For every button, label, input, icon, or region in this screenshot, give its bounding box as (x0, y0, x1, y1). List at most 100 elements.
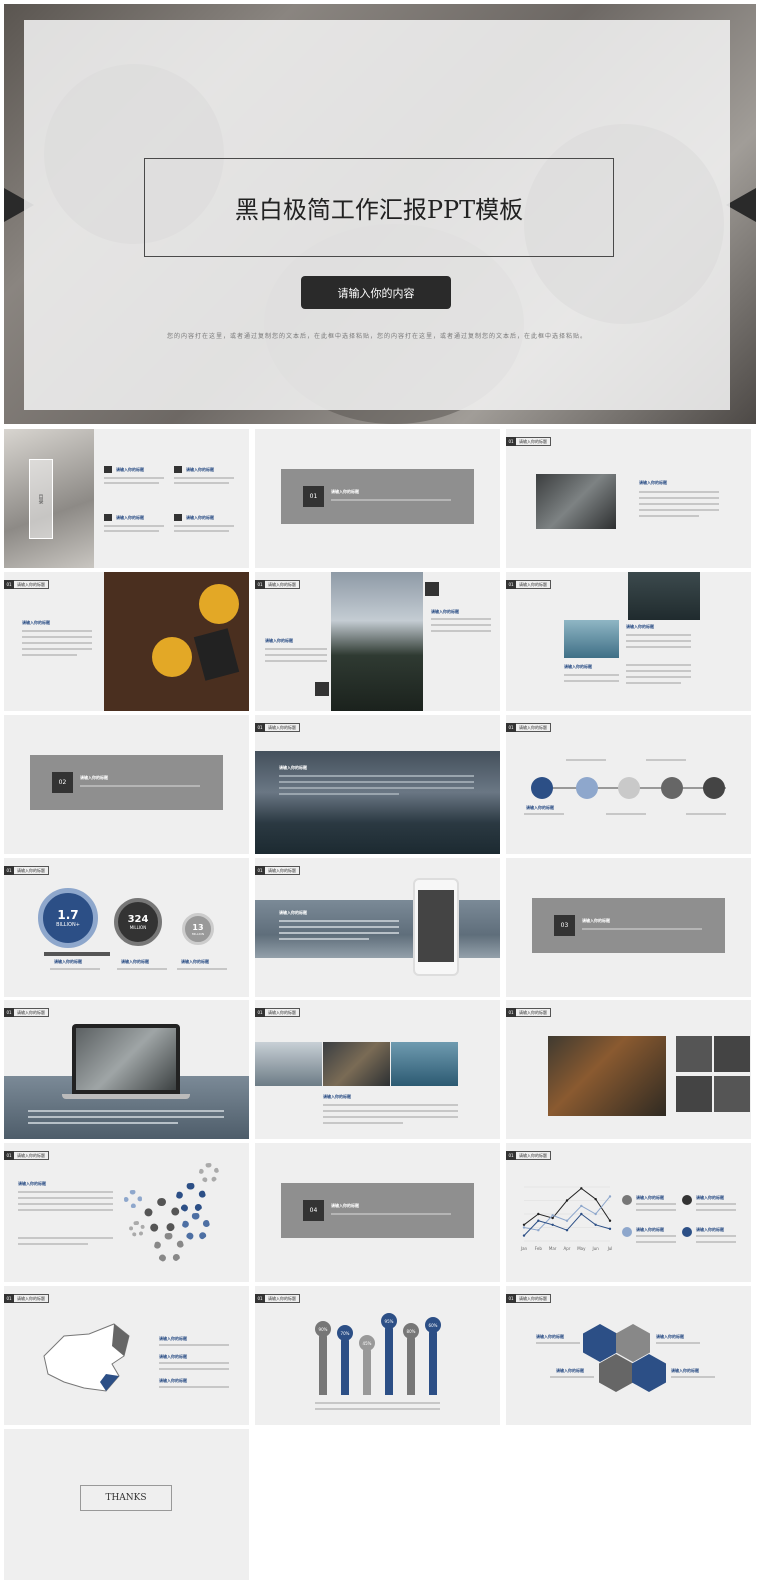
bar-label: 80% (403, 1323, 419, 1339)
slide-thumb-gallery[interactable]: 01 请输入你的标题 请输入你的标题 (255, 1000, 500, 1139)
tag-num: 01 (4, 1151, 14, 1160)
tag-num: 01 (255, 1008, 265, 1017)
text-line (18, 1197, 113, 1199)
slide-thumb-fox[interactable]: 01 请输入你的标题 (506, 1000, 751, 1139)
data-point (565, 1229, 569, 1232)
text-line (279, 932, 399, 934)
slide-thumb-section-01[interactable]: 01 请输入你的标题 (255, 429, 500, 568)
sea-photo (255, 900, 500, 958)
text-line (104, 525, 164, 527)
bar-label: 95% (381, 1313, 397, 1329)
text-line (639, 509, 719, 511)
slide-tag: 01 请输入你的标题 (255, 1294, 300, 1303)
tag-num: 01 (506, 1008, 516, 1017)
text-line (279, 787, 474, 789)
camera-icon (315, 682, 329, 696)
tag-text: 请输入你的标题 (516, 1008, 551, 1017)
stat-circle: 324 MILLION (114, 898, 162, 946)
slide-thumb-map[interactable]: 01 请输入你的标题 请输入你的标题 请输入你的标题 请输入你的标题 (4, 1286, 249, 1425)
slide-thumb-thanks[interactable]: THANKS (4, 1429, 249, 1580)
slide-thumb-forest[interactable]: 01 请输入你的标题 请输入你的标题 (255, 715, 500, 854)
x-tick-label: May (577, 1246, 586, 1251)
slide-thumb-coffee[interactable]: 01 请输入你的标题 请输入你的标题 (4, 572, 249, 711)
page-title: 黑白极简工作汇报PPT模板 (234, 196, 524, 224)
text-line (174, 482, 229, 484)
content-button[interactable]: 请输入你的内容 (301, 276, 451, 309)
slide-thumb-section-04[interactable]: 04 请输入你的标题 (255, 1143, 500, 1282)
text-line (174, 530, 229, 532)
slide-tag: 01 请输入你的标题 (506, 1008, 551, 1017)
whale-photo (564, 620, 619, 658)
tag-text: 请输入你的标题 (265, 1008, 300, 1017)
slide-thumb-toc[interactable]: 目录 请输入你的标题 请输入你的标题 请输入你的标题 请输入你的标题 (4, 429, 249, 568)
x-tick-label: Mar (549, 1246, 557, 1251)
slide-thumb-gears[interactable]: 01 请输入你的标题 请输入你的标题 (4, 1143, 249, 1282)
line-chart: Jan Feb Mar Apr May Jun Jul (520, 1186, 612, 1251)
data-point (522, 1226, 526, 1229)
toc-num (174, 466, 182, 473)
slide-thumb-bars[interactable]: 01 请输入你的标题 90% 70% 45% 95% 80% 60% (255, 1286, 500, 1425)
data-point (580, 1187, 583, 1190)
text-line (564, 680, 619, 682)
slide-tag: 01 请输入你的标题 (506, 437, 551, 446)
tag-num: 01 (506, 1151, 516, 1160)
text-line (626, 640, 691, 642)
data-point (537, 1229, 540, 1232)
slide-thumb-hexagons[interactable]: 01 请输入你的标题 请输入你的标题 请输入你的标题 请输入你的标题 请输入你的标… (506, 1286, 751, 1425)
cart-icon (622, 1195, 632, 1205)
bar-label: 45% (359, 1335, 375, 1351)
slide-thumb-whale[interactable]: 01 请输入你的标题 请输入你的标题 请输入你的标题 (506, 572, 751, 711)
text-line (279, 920, 399, 922)
wildlife-photo (628, 572, 700, 620)
text-line (536, 1342, 580, 1344)
data-point (608, 1219, 612, 1222)
slide-heading: 请输入你的标题 (696, 1195, 724, 1200)
text-line (564, 674, 619, 676)
slide-heading: 请输入你的标题 (265, 638, 293, 643)
stat-value: 324 (127, 914, 149, 925)
section-banner: 02 请输入你的标题 (30, 755, 223, 810)
text-line (18, 1209, 113, 1211)
text-line (174, 477, 234, 479)
text-line (686, 813, 726, 815)
section-heading: 请输入你的标题 (80, 775, 108, 780)
slide-thumb-mountain[interactable]: 01 请输入你的标题 请输入你的标题 请输入你的标题 (255, 572, 500, 711)
x-tick-label: Jan (520, 1246, 528, 1251)
slide-thumb-section-03[interactable]: 03 请输入你的标题 (506, 858, 751, 997)
slide-thumb-section-02[interactable]: 02 请输入你的标题 (4, 715, 249, 854)
text-line (22, 636, 92, 638)
text-line (279, 938, 369, 940)
slide-thumb-photo-text[interactable]: 01 请输入你的标题 请输入你的标题 (506, 429, 751, 568)
x-tick-label: Apr (564, 1246, 571, 1251)
right-arrow-icon (726, 188, 756, 222)
slide-tag: 01 请输入你的标题 (4, 866, 49, 875)
slide-thumb-stats[interactable]: 01 请输入你的标题 1.7 BILLION+ 324 MILLION 13 MI… (4, 858, 249, 997)
tag-text: 请输入你的标题 (265, 866, 300, 875)
section-heading: 请输入你的标题 (582, 918, 610, 923)
gallery-photo (391, 1042, 458, 1086)
data-point (565, 1199, 569, 1202)
stat-circle: 13 MILLION (182, 913, 214, 945)
text-line (28, 1116, 224, 1118)
tag-text: 请输入你的标题 (265, 580, 300, 589)
stat-heading: 请输入你的标题 (121, 959, 149, 964)
text-line (671, 1376, 715, 1378)
slide-thumb-phone[interactable]: 01 请输入你的标题 请输入你的标题 (255, 858, 500, 997)
text-line (696, 1209, 736, 1211)
text-line (22, 654, 77, 656)
laptop-screen (76, 1028, 176, 1090)
slide-heading: 请输入你的标题 (279, 765, 307, 770)
bar-label: 90% (315, 1321, 331, 1337)
text-line (265, 660, 327, 662)
data-point (551, 1214, 554, 1217)
text-line (639, 503, 719, 505)
text-line (279, 781, 474, 783)
signal-icon (576, 777, 598, 799)
gear-icon (144, 1198, 180, 1234)
slide-thumb-line-chart[interactable]: 01 请输入你的标题 Jan Feb Mar Apr May Jun Jul 请输入你的标题 … (506, 1143, 751, 1282)
slide-thumb-process[interactable]: 01 请输入你的标题 请输入你的标题 (506, 715, 751, 854)
slide-thumb-laptop[interactable]: 01 请输入你的标题 (4, 1000, 249, 1139)
section-heading: 请输入你的标题 (331, 1203, 359, 1208)
ppt-template-preview: 黑白极简工作汇报PPT模板 请输入你的内容 您的内容打在这里，或者通过复制您的文… (0, 0, 760, 1584)
text-line (636, 1235, 676, 1237)
